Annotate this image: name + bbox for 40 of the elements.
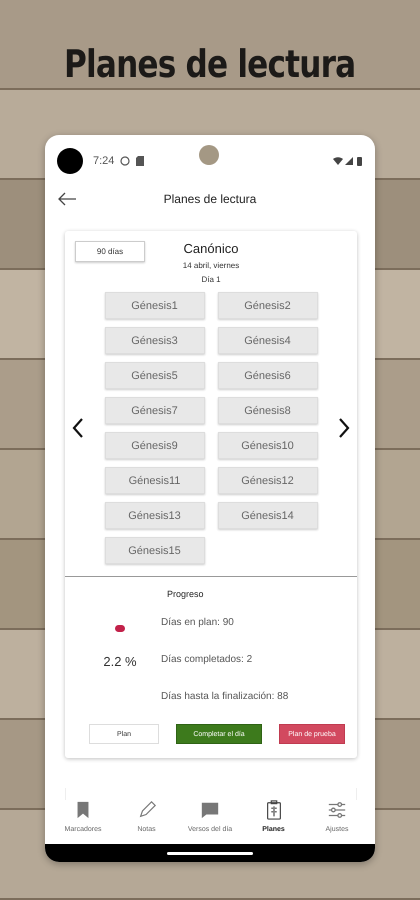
- status-time: 7:24: [93, 155, 114, 167]
- progress-stat: Días hasta la finalización: 88: [161, 691, 290, 702]
- screen-title: Planes de lectura: [162, 192, 258, 206]
- back-arrow-icon[interactable]: [57, 192, 77, 206]
- status-icons: [333, 156, 363, 166]
- chevron-right-icon[interactable]: [337, 417, 351, 439]
- progress-stat: Días completados: 2: [161, 654, 254, 665]
- chapter-button[interactable]: Génesis8: [218, 397, 318, 424]
- chapter-button[interactable]: Génesis7: [104, 397, 204, 424]
- progress-stat: Días en plan: 90: [161, 617, 235, 628]
- chevron-left-icon[interactable]: [71, 417, 85, 439]
- chapter-button[interactable]: Génesis10: [218, 432, 318, 459]
- chapter-button[interactable]: Génesis1: [104, 292, 204, 319]
- duration-label: 90 días: [75, 241, 145, 262]
- chapter-button[interactable]: Génesis6: [218, 362, 318, 389]
- sync-icon: [120, 156, 130, 166]
- plan-date: 14 abril, viernes: [182, 261, 240, 270]
- pencil-icon: [136, 800, 156, 820]
- chapter-button[interactable]: Génesis2: [218, 292, 318, 319]
- chapter-button[interactable]: Génesis4: [218, 327, 318, 354]
- camera-icon: [57, 148, 83, 174]
- page-title: Planes de lectura: [64, 42, 356, 88]
- chapter-button[interactable]: Génesis12: [218, 467, 318, 494]
- plan-day: Día 1: [201, 275, 221, 284]
- chat-icon: [200, 800, 220, 820]
- home-indicator[interactable]: [167, 852, 253, 854]
- sliders-icon: [327, 800, 347, 820]
- chapter-button[interactable]: Génesis9: [104, 432, 204, 459]
- chapter-button[interactable]: Génesis15: [104, 537, 204, 564]
- chapter-button[interactable]: Génesis13: [104, 502, 204, 529]
- chapter-button[interactable]: Génesis11: [104, 467, 204, 494]
- progress-title: Progreso: [167, 589, 205, 599]
- chapter-button[interactable]: Génesis3: [104, 327, 204, 354]
- sim-card-icon: [136, 156, 144, 166]
- front-camera-icon: [199, 145, 219, 165]
- plan-name: Canónico: [184, 241, 238, 256]
- progress-percent: 2.2 %: [103, 654, 137, 669]
- chapter-button[interactable]: Génesis14: [218, 502, 318, 529]
- progress-mark: [115, 625, 125, 632]
- chapter-button[interactable]: Génesis5: [104, 362, 204, 389]
